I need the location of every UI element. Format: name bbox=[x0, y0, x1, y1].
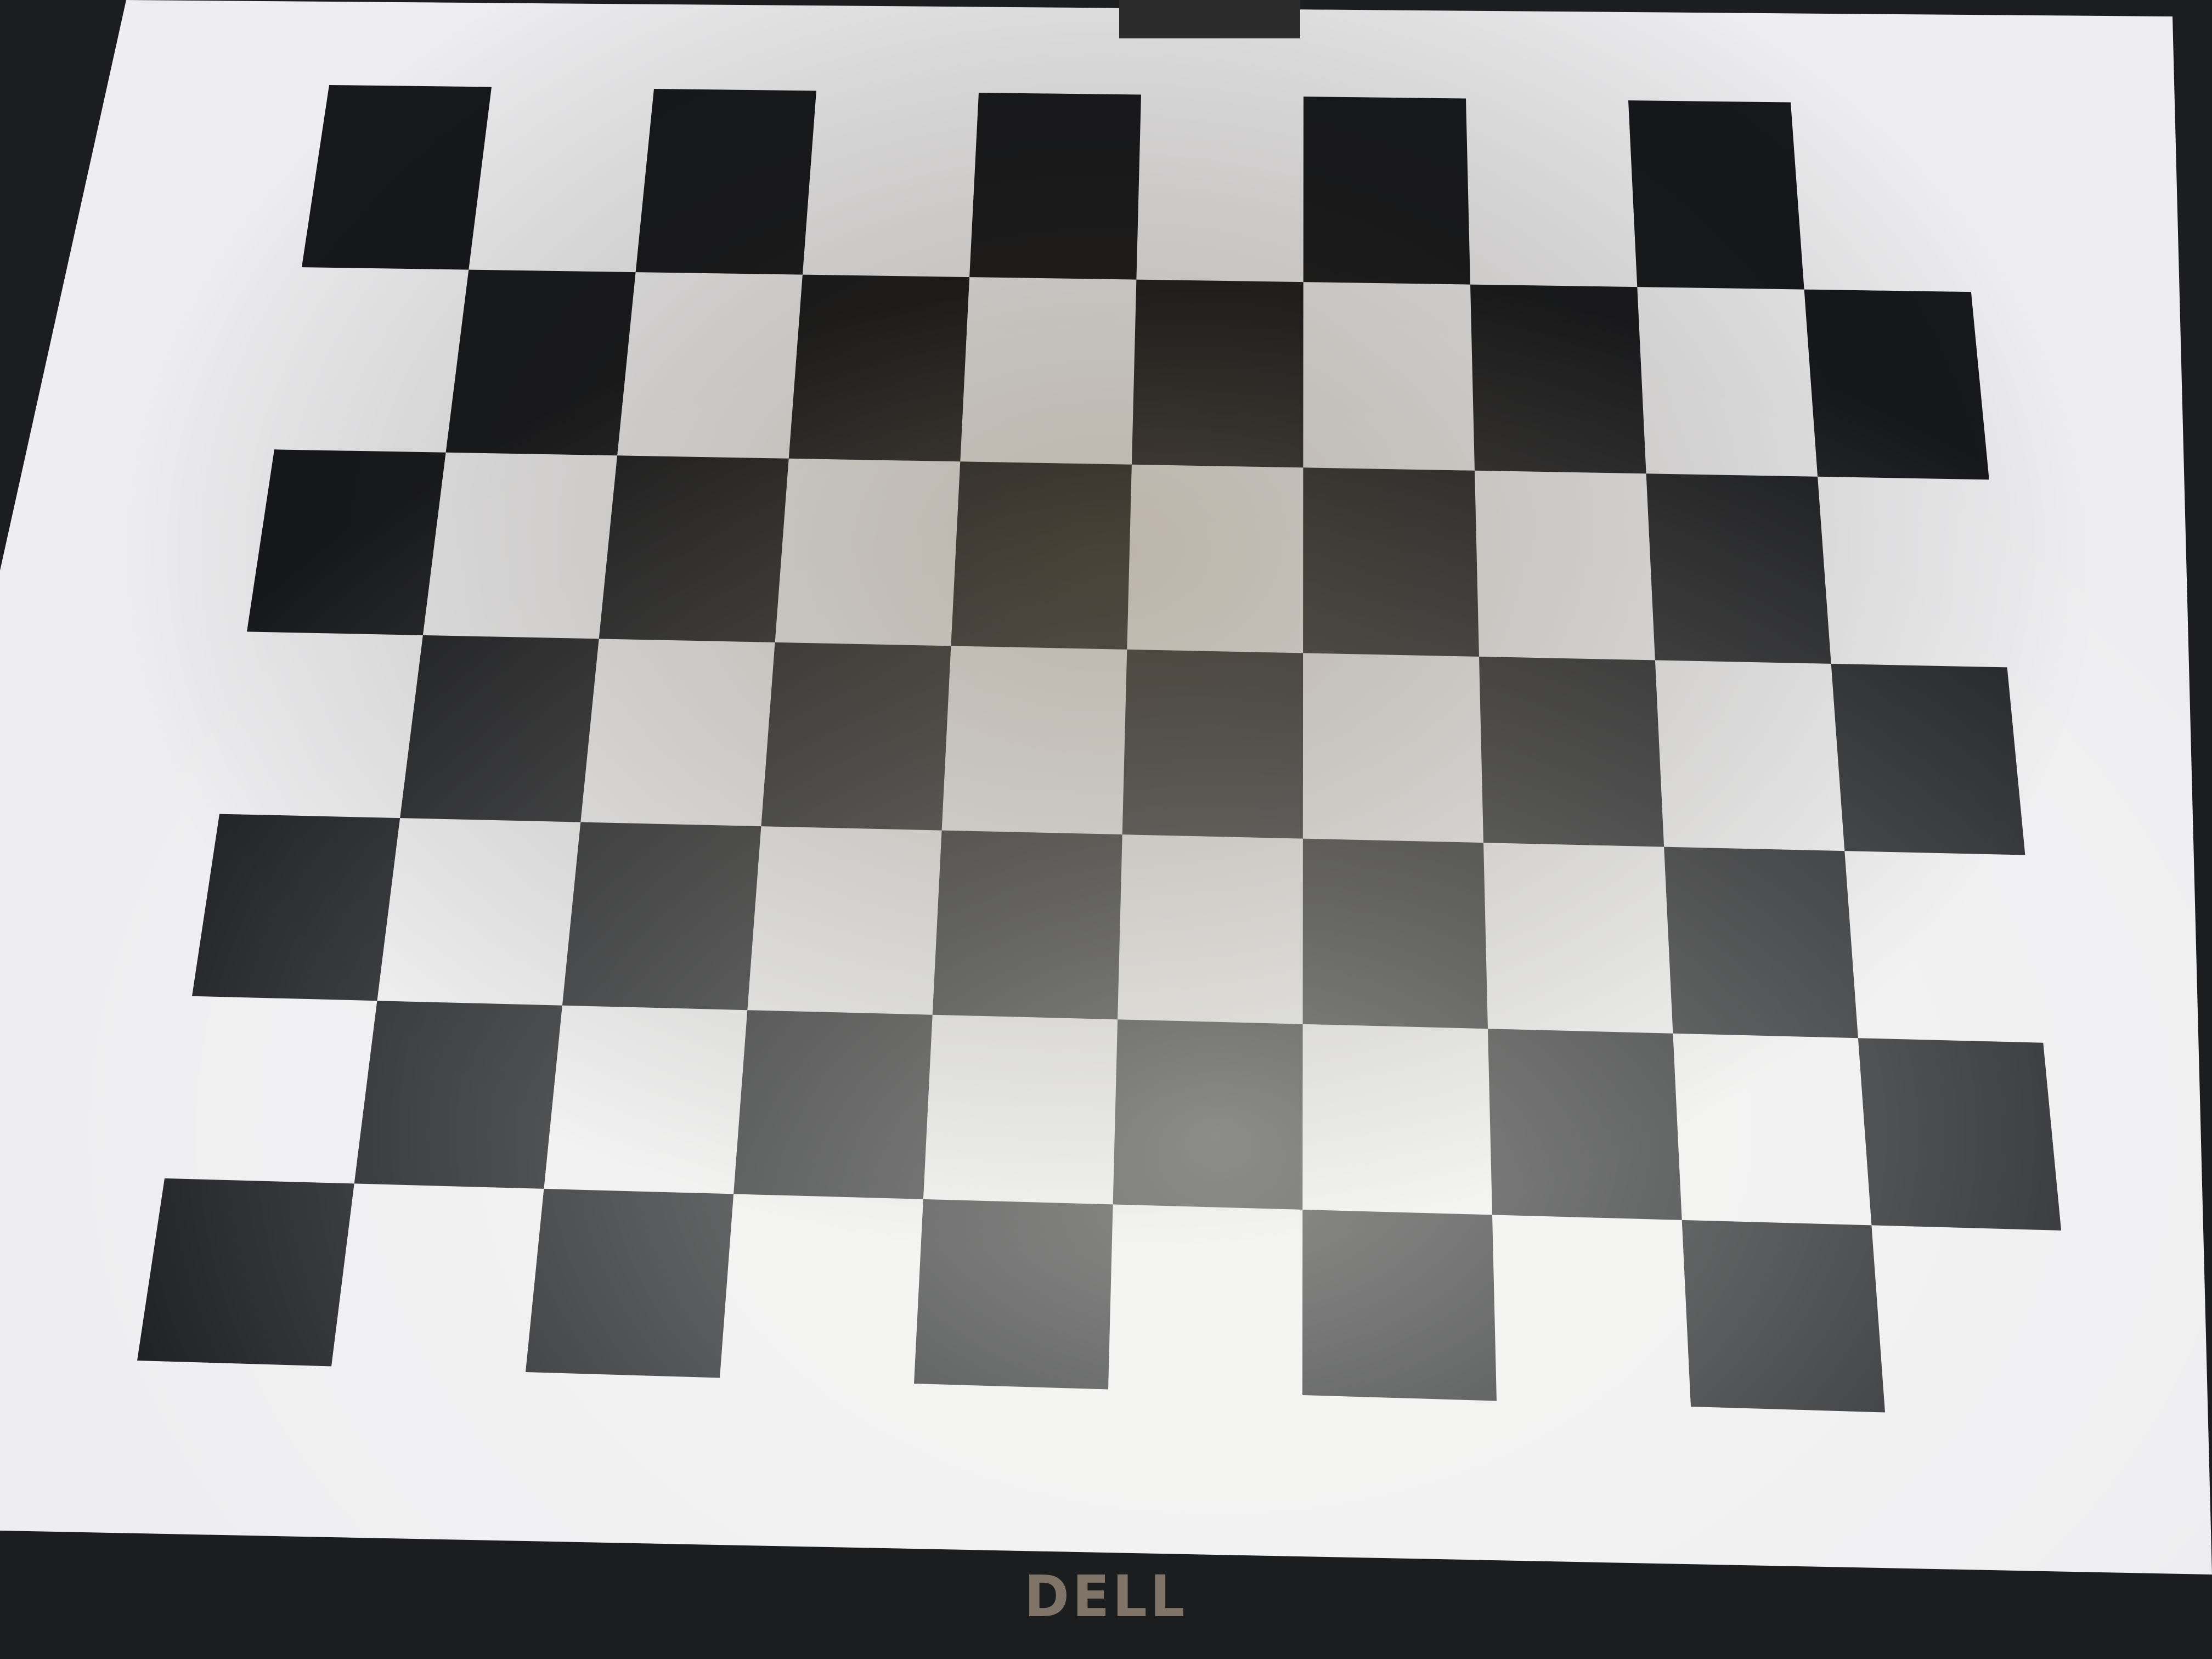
dell-logo: DELL bbox=[1024, 1563, 1188, 1630]
screen-warm-reflection bbox=[0, 0, 2212, 1575]
monitor-photo bbox=[0, 0, 2212, 1659]
top-shadow-object bbox=[1119, 0, 1300, 38]
photo-scene: DELL bbox=[0, 0, 2212, 1659]
